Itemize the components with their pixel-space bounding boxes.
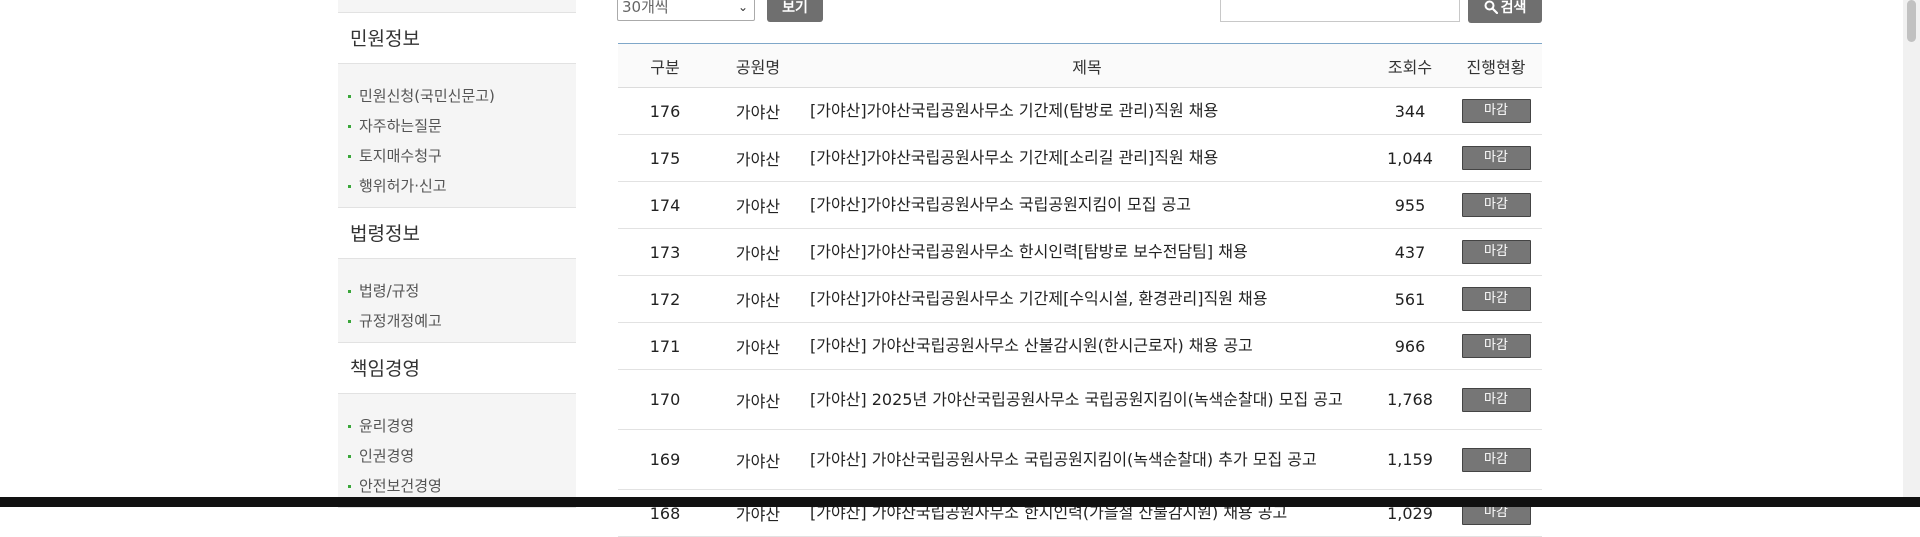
header-status: 진행현황 [1450, 43, 1542, 88]
row-park: 가야산 [712, 369, 804, 430]
row-number: 169 [618, 429, 712, 490]
row-number: 172 [618, 275, 712, 323]
row-number: 173 [618, 228, 712, 276]
sidebar-item-regulation-notice[interactable]: 규정개정예고 [338, 306, 576, 336]
table-row: 173 가야산 [가야산]가야산국립공원사무소 한시인력[탐방로 보수전담팀] … [618, 228, 1542, 276]
row-status-cell: 마감 [1450, 429, 1542, 490]
sidebar-item-regulations[interactable]: 법령/규정 [338, 276, 576, 306]
row-number: 171 [618, 322, 712, 370]
table-row: 170 가야산 [가야산] 2025년 가야산국립공원사무소 국립공원지킴이(녹… [618, 369, 1542, 430]
row-title-link[interactable]: [가야산] 가야산국립공원사무소 국립공원지킴이(녹색순찰대) 추가 모집 공고 [804, 429, 1370, 490]
sidebar-item-permit[interactable]: 행위허가·신고 [338, 171, 576, 201]
sidebar-top-strip [338, 0, 576, 13]
row-views: 1,768 [1370, 369, 1450, 430]
sidebar-heading-civil[interactable]: 민원정보 [338, 13, 576, 64]
header-title: 제목 [804, 43, 1370, 88]
row-park: 가야산 [712, 181, 804, 229]
status-badge: 마감 [1461, 193, 1531, 217]
per-page-select[interactable]: 30개씩 ⌄ [617, 0, 755, 21]
status-badge: 마감 [1461, 240, 1531, 264]
row-park: 가야산 [712, 134, 804, 182]
row-status-cell: 마감 [1450, 369, 1542, 430]
row-title-link[interactable]: [가야산]가야산국립공원사무소 기간제[소리길 관리]직원 채용 [804, 134, 1370, 182]
row-park: 가야산 [712, 228, 804, 276]
row-status-cell: 마감 [1450, 228, 1542, 276]
row-title-link[interactable]: [가야산] 가야산국립공원사무소 산불감시원(한시근로자) 채용 공고 [804, 322, 1370, 370]
table-row: 172 가야산 [가야산]가야산국립공원사무소 기간제[수익시설, 환경관리]직… [618, 275, 1542, 323]
row-park: 가야산 [712, 429, 804, 490]
search-input[interactable] [1220, 0, 1460, 22]
table-row: 176 가야산 [가야산]가야산국립공원사무소 기간제(탐방로 관리)직원 채용… [618, 87, 1542, 135]
row-views: 1,044 [1370, 134, 1450, 182]
row-title-link[interactable]: [가야산]가야산국립공원사무소 기간제[수익시설, 환경관리]직원 채용 [804, 275, 1370, 323]
bottom-edge-bar [0, 497, 1920, 507]
table-row: 175 가야산 [가야산]가야산국립공원사무소 기간제[소리길 관리]직원 채용… [618, 134, 1542, 182]
status-badge: 마감 [1461, 287, 1531, 311]
row-status-cell: 마감 [1450, 87, 1542, 135]
search-button[interactable]: 검색 [1468, 0, 1542, 23]
sidebar-item-petition[interactable]: 민원신청(국민신문고) [338, 81, 576, 111]
chevron-down-icon: ⌄ [737, 0, 748, 14]
table-row: 174 가야산 [가야산]가야산국립공원사무소 국립공원지킴이 모집 공고 95… [618, 181, 1542, 229]
sidebar-list-law: 법령/규정 규정개정예고 [338, 259, 576, 343]
page-scrollbar[interactable] [1903, 0, 1920, 497]
row-status-cell: 마감 [1450, 134, 1542, 182]
row-views: 561 [1370, 275, 1450, 323]
header-views: 조회수 [1370, 43, 1450, 88]
sidebar-heading-management[interactable]: 책임경영 [338, 343, 576, 394]
scrollbar-thumb[interactable] [1907, 0, 1916, 42]
table-header-row: 구분 공원명 제목 조회수 진행현황 [618, 43, 1542, 88]
sidebar-item-land-purchase[interactable]: 토지매수청구 [338, 141, 576, 171]
sidebar: 민원정보 민원신청(국민신문고) 자주하는질문 토지매수청구 행위허가·신고 법… [338, 0, 576, 508]
row-title-link[interactable]: [가야산]가야산국립공원사무소 기간제(탐방로 관리)직원 채용 [804, 87, 1370, 135]
row-status-cell: 마감 [1450, 322, 1542, 370]
table-row: 169 가야산 [가야산] 가야산국립공원사무소 국립공원지킴이(녹색순찰대) … [618, 429, 1542, 490]
row-park: 가야산 [712, 87, 804, 135]
header-park: 공원명 [712, 43, 804, 88]
table-row: 171 가야산 [가야산] 가야산국립공원사무소 산불감시원(한시근로자) 채용… [618, 322, 1542, 370]
status-badge: 마감 [1461, 146, 1531, 170]
row-number: 175 [618, 134, 712, 182]
row-title-link[interactable]: [가야산]가야산국립공원사무소 국립공원지킴이 모집 공고 [804, 181, 1370, 229]
sidebar-item-human-rights[interactable]: 인권경영 [338, 441, 576, 471]
per-page-value: 30개씩 [622, 0, 669, 16]
row-park: 가야산 [712, 275, 804, 323]
row-number: 174 [618, 181, 712, 229]
row-title-link[interactable]: [가야산]가야산국립공원사무소 한시인력[탐방로 보수전담팀] 채용 [804, 228, 1370, 276]
sidebar-heading-law[interactable]: 법령정보 [338, 208, 576, 259]
sidebar-list-civil: 민원신청(국민신문고) 자주하는질문 토지매수청구 행위허가·신고 [338, 64, 576, 208]
sidebar-item-faq[interactable]: 자주하는질문 [338, 111, 576, 141]
status-badge: 마감 [1461, 447, 1531, 472]
board-table: 구분 공원명 제목 조회수 진행현황 176 가야산 [가야산]가야산국립공원사… [618, 43, 1542, 537]
status-badge: 마감 [1461, 99, 1531, 123]
row-views: 955 [1370, 181, 1450, 229]
row-title-link[interactable]: [가야산] 2025년 가야산국립공원사무소 국립공원지킴이(녹색순찰대) 모집… [804, 369, 1370, 430]
status-badge: 마감 [1461, 387, 1531, 412]
row-number: 170 [618, 369, 712, 430]
row-number: 176 [618, 87, 712, 135]
search-button-label: 검색 [1500, 0, 1527, 16]
status-badge: 마감 [1461, 334, 1531, 358]
header-no: 구분 [618, 43, 712, 88]
sidebar-list-management: 윤리경영 인권경영 안전보건경영 [338, 394, 576, 508]
row-views: 344 [1370, 87, 1450, 135]
view-button[interactable]: 보기 [767, 0, 823, 22]
sidebar-item-ethics[interactable]: 윤리경영 [338, 411, 576, 441]
row-views: 437 [1370, 228, 1450, 276]
search-icon [1484, 0, 1498, 15]
row-views: 966 [1370, 322, 1450, 370]
row-park: 가야산 [712, 322, 804, 370]
row-views: 1,159 [1370, 429, 1450, 490]
row-status-cell: 마감 [1450, 275, 1542, 323]
row-status-cell: 마감 [1450, 181, 1542, 229]
